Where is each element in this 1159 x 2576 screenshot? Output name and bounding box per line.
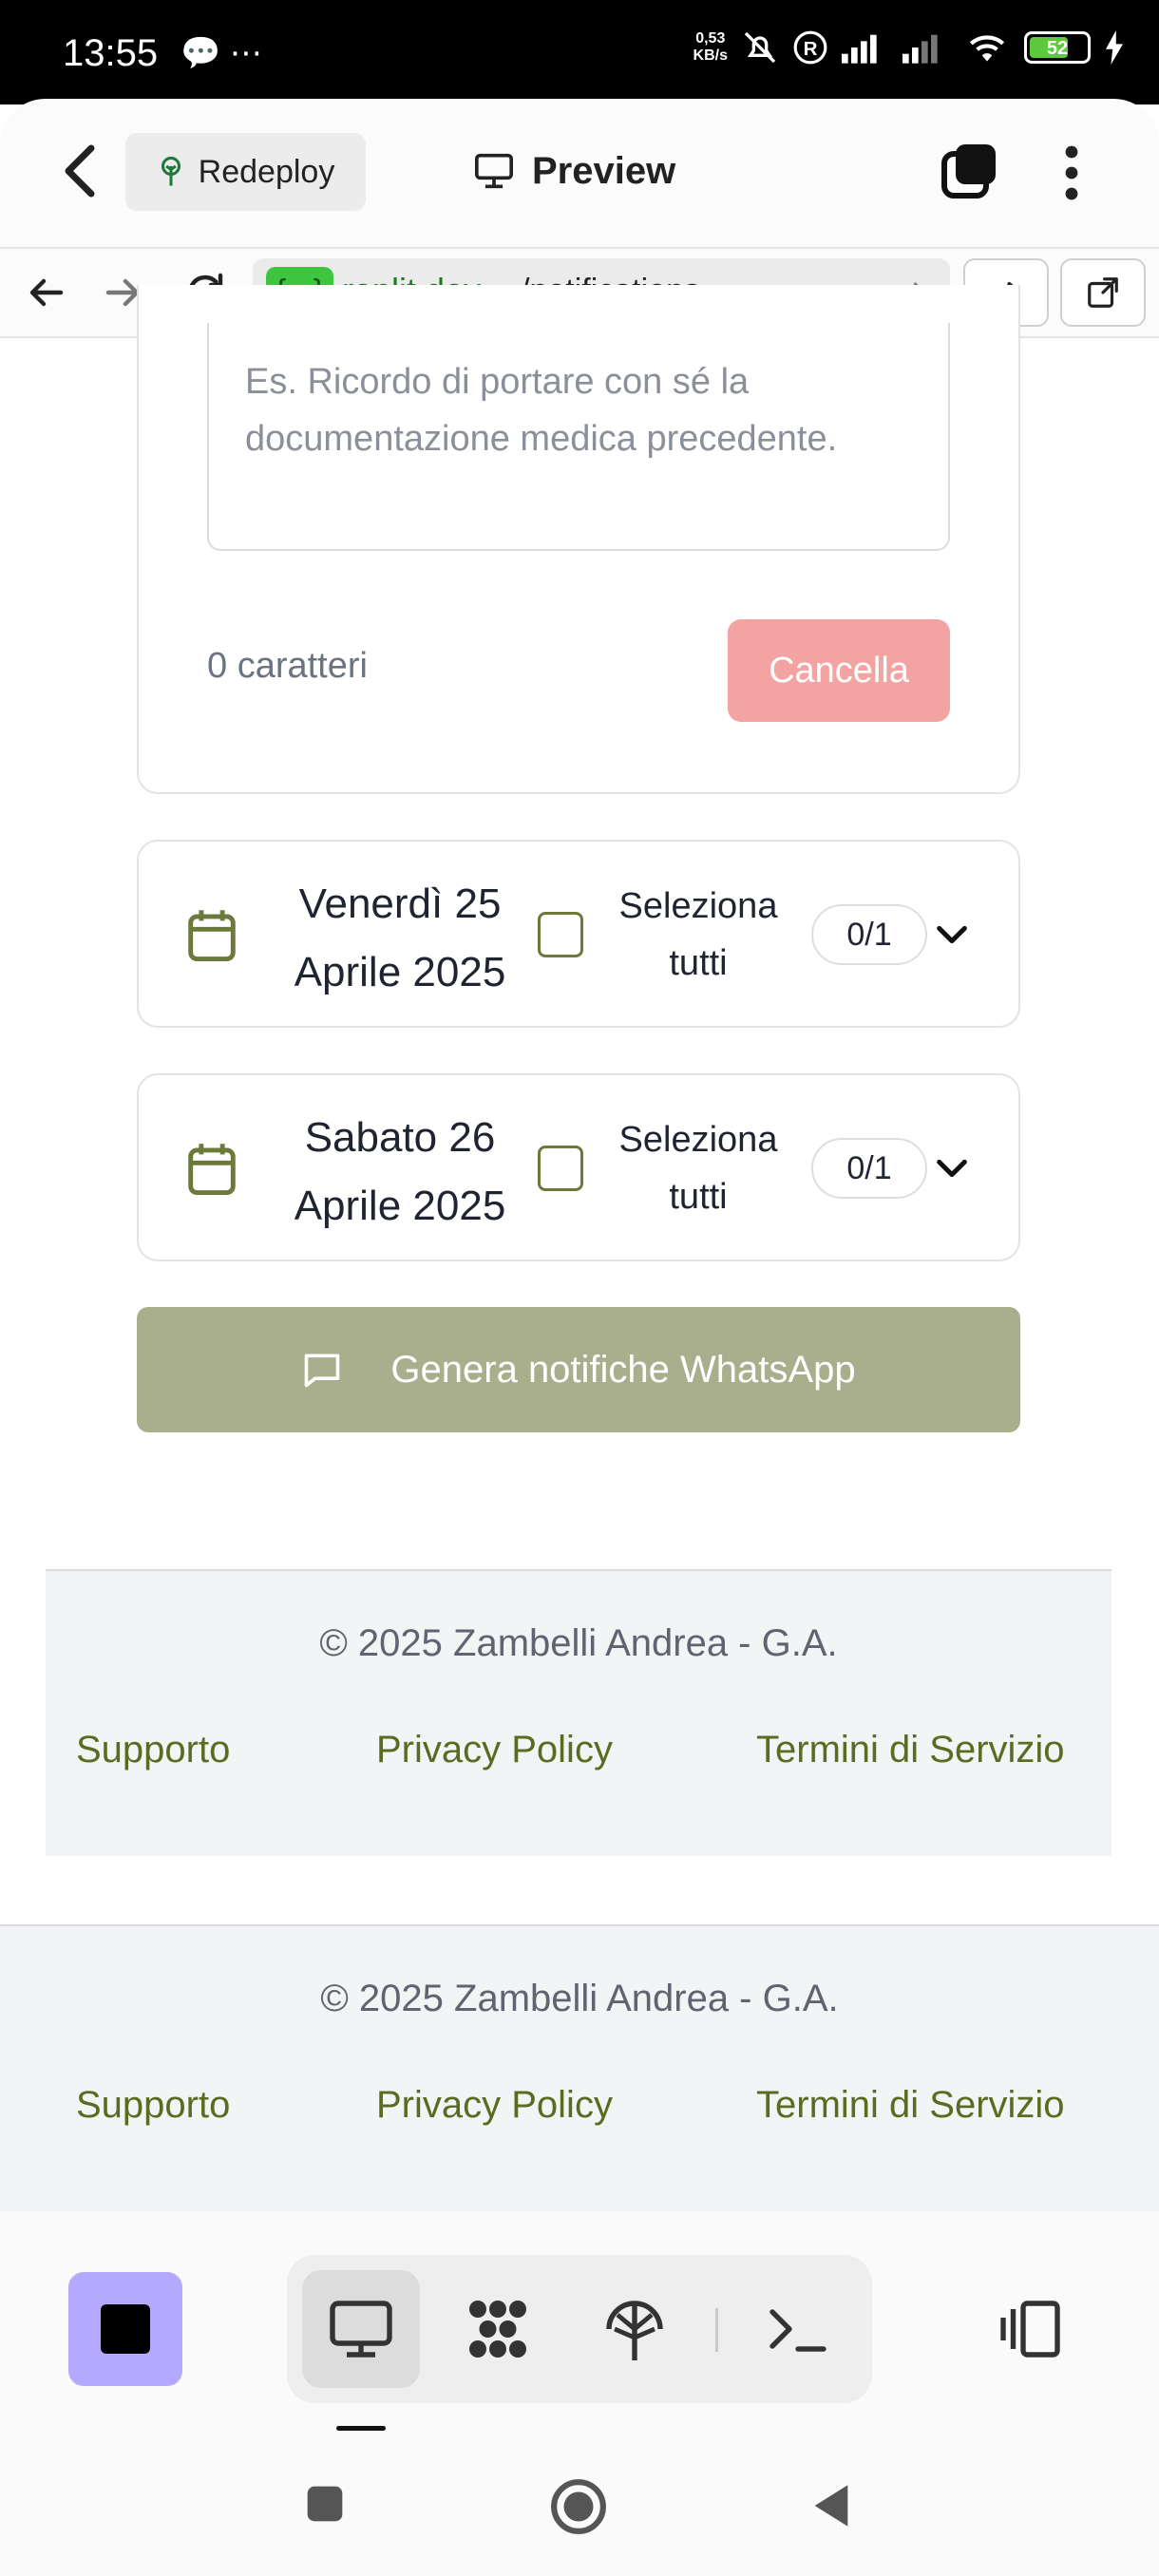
day-card[interactable]: Sabato 26 Aprile 2025 Seleziona tutti 0/… [137, 1073, 1020, 1261]
calendar-icon [188, 1144, 236, 1195]
svg-text:R: R [804, 38, 818, 60]
deploy-tree-icon [161, 156, 180, 186]
status-icons: 0,53 KB/s R 52 [694, 28, 1125, 66]
preview-label: Preview [532, 149, 676, 192]
external-link-icon [1088, 277, 1118, 308]
footer-copyright: © 2025 Zambelli Andrea - G.A. [320, 1978, 839, 2019]
charging-icon [1106, 30, 1123, 65]
network-speed: 0,53 KB/s [693, 30, 728, 64]
footer-link-support[interactable]: Supporto [76, 2084, 230, 2127]
status-bar: 13:55 💬 ⋯ 0,53 KB/s R 52 [0, 0, 1159, 104]
calendar-icon [188, 910, 236, 961]
signal-icon [842, 34, 877, 64]
chat-bubble-icon: 💬 ⋯ [180, 35, 262, 71]
tabs-icon[interactable] [940, 142, 998, 199]
selection-count-badge: 0/1 [811, 1138, 927, 1199]
home-circle-icon[interactable] [549, 2477, 608, 2536]
preview-title: Preview [473, 142, 675, 199]
select-all-checkbox[interactable] [538, 1146, 583, 1191]
stop-button[interactable] [68, 2272, 182, 2386]
redeploy-button[interactable]: Redeploy [125, 133, 366, 211]
signal-icon-2 [902, 34, 938, 64]
back-triangle-icon[interactable] [809, 2481, 853, 2530]
more-menu-icon[interactable] [1062, 144, 1081, 201]
browser-back-icon[interactable] [23, 270, 68, 315]
day-date: Sabato 26 Aprile 2025 [294, 1114, 506, 1229]
switcher-divider [715, 2308, 718, 2352]
stop-icon [101, 2304, 150, 2354]
day-date: Venerdì 25 Aprile 2025 [294, 881, 506, 995]
active-view-indicator [336, 2426, 386, 2431]
status-time: 13:55 [63, 32, 159, 74]
footer-link-privacy[interactable]: Privacy Policy [376, 2084, 613, 2127]
select-all-label: Seleziona tutti [618, 886, 778, 983]
notes-textarea[interactable]: Es. Ricordo di portare con sé la documen… [207, 323, 950, 551]
back-arrow-icon[interactable] [61, 142, 99, 199]
deploy-icon[interactable] [600, 2295, 669, 2363]
generate-label: Genera notifiche WhatsApp [390, 1348, 856, 1391]
select-all-checkbox[interactable] [538, 912, 583, 957]
app-footer: © 2025 Zambelli Andrea - G.A. Supporto P… [0, 1924, 1159, 2211]
battery-icon: 52 [1024, 31, 1091, 64]
message-icon [305, 1354, 340, 1388]
open-external-button[interactable] [1060, 258, 1146, 327]
char-count: 0 caratteri [207, 646, 368, 686]
mute-bell-icon [744, 31, 776, 64]
chevron-down-icon[interactable] [933, 1151, 971, 1185]
cancel-button[interactable]: Cancella [728, 619, 950, 722]
monitor-icon [475, 153, 513, 189]
wifi-icon [969, 35, 1005, 62]
footer-link-terms[interactable]: Termini di Servizio [756, 1729, 1065, 1771]
redeploy-label: Redeploy [198, 153, 335, 190]
registered-icon: R [793, 30, 827, 65]
recents-square-icon[interactable] [304, 2483, 346, 2525]
select-all-label: Seleziona tutti [618, 1120, 778, 1217]
selection-count-badge: 0/1 [811, 904, 927, 965]
footer-link-terms[interactable]: Termini di Servizio [756, 2084, 1065, 2127]
chevron-down-icon[interactable] [933, 918, 971, 952]
page-footer: © 2025 Zambelli Andrea - G.A. Supporto P… [46, 1569, 1112, 1856]
footer-link-privacy[interactable]: Privacy Policy [376, 1729, 613, 1771]
footer-copyright: © 2025 Zambelli Andrea - G.A. [319, 1622, 838, 1664]
notes-placeholder: Es. Ricordo di portare con sé la documen… [245, 362, 838, 459]
generate-whatsapp-button[interactable]: Genera notifiche WhatsApp [137, 1307, 1020, 1432]
footer-link-support[interactable]: Supporto [76, 1729, 230, 1771]
terminal-icon[interactable] [764, 2295, 832, 2363]
preview-monitor-icon[interactable] [327, 2295, 395, 2363]
day-card[interactable]: Venerdì 25 Aprile 2025 Seleziona tutti 0… [137, 840, 1020, 1028]
workspace-grid-icon[interactable] [464, 2295, 532, 2363]
panel-layout-icon[interactable] [998, 2295, 1066, 2363]
